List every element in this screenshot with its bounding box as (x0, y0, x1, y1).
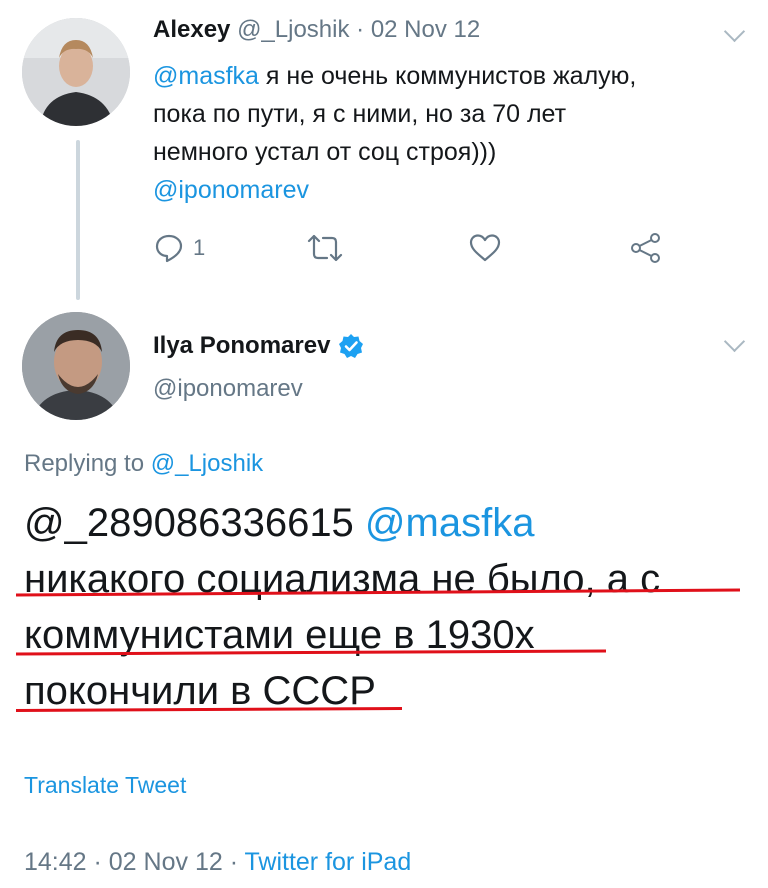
tweet-text-segment: я не очень коммунистов жалую, (258, 62, 637, 90)
tweet-date: 02 Nov 12 (108, 848, 223, 876)
tweet-text-line: пока по пути, я с ними, но за 70 лет (153, 100, 567, 128)
share-button[interactable] (629, 228, 663, 268)
tweet-time: 14:42 (24, 848, 87, 876)
tweet-actions: 1 (0, 228, 768, 268)
author-name-row: Ilya Ponomarev (153, 332, 364, 360)
avatar-photo-alexey (22, 18, 130, 126)
tweet-header: Alexey @_Ljoshik · 02 Nov 12 (153, 16, 480, 44)
replying-to: Replying to @_Ljoshik (24, 450, 263, 478)
author-handle[interactable]: @_Ljoshik (237, 16, 349, 43)
replying-to-label: Replying to (24, 450, 151, 477)
tweet-text-line: покончили в СССР (24, 669, 376, 713)
author-handle[interactable]: @iponomarev (153, 375, 303, 403)
tweet-text: @masfka я не очень коммунистов жалую, по… (153, 57, 743, 209)
retweet-button[interactable] (306, 228, 344, 268)
separator-dot: · (86, 848, 109, 876)
mention-link[interactable]: @masfka (153, 62, 259, 90)
mention-link[interactable]: @iponomarev (153, 171, 743, 209)
tweet-text-segment: @_289086336615 (24, 501, 365, 545)
mention-link[interactable]: @masfka (365, 501, 535, 545)
avatar[interactable] (22, 312, 130, 420)
tweet-text-line: немного устал от соц строя))) (153, 138, 497, 166)
avatar-photo-ilya (22, 312, 130, 420)
share-icon (631, 233, 660, 263)
tweet-timestamp: 14:42 · 02 Nov 12 · Twitter for iPad (24, 848, 411, 877)
verified-badge-icon (339, 334, 364, 358)
author-name[interactable]: Ilya Ponomarev (153, 332, 330, 360)
tweet-source-link[interactable]: Twitter for iPad (245, 848, 412, 876)
replying-to-handle[interactable]: @_Ljoshik (151, 450, 263, 477)
avatar[interactable] (22, 18, 130, 126)
author-name[interactable]: Alexey (153, 16, 230, 43)
chevron-down-icon[interactable] (723, 330, 746, 353)
like-button[interactable] (468, 228, 502, 268)
separator-dot: · (222, 848, 245, 876)
reply-icon (155, 234, 183, 263)
like-icon (469, 234, 501, 262)
chevron-down-icon[interactable] (723, 20, 746, 43)
reply-button[interactable]: 1 (153, 228, 205, 268)
retweet-icon (307, 234, 343, 262)
tweet-text: @_289086336615 @masfka никакого социализ… (24, 495, 660, 719)
thread-connector-line (76, 140, 80, 300)
separator-dot: · (349, 16, 371, 43)
tweet-date[interactable]: 02 Nov 12 (371, 16, 480, 43)
translate-tweet-link[interactable]: Translate Tweet (24, 772, 186, 799)
reply-count: 1 (193, 235, 206, 260)
